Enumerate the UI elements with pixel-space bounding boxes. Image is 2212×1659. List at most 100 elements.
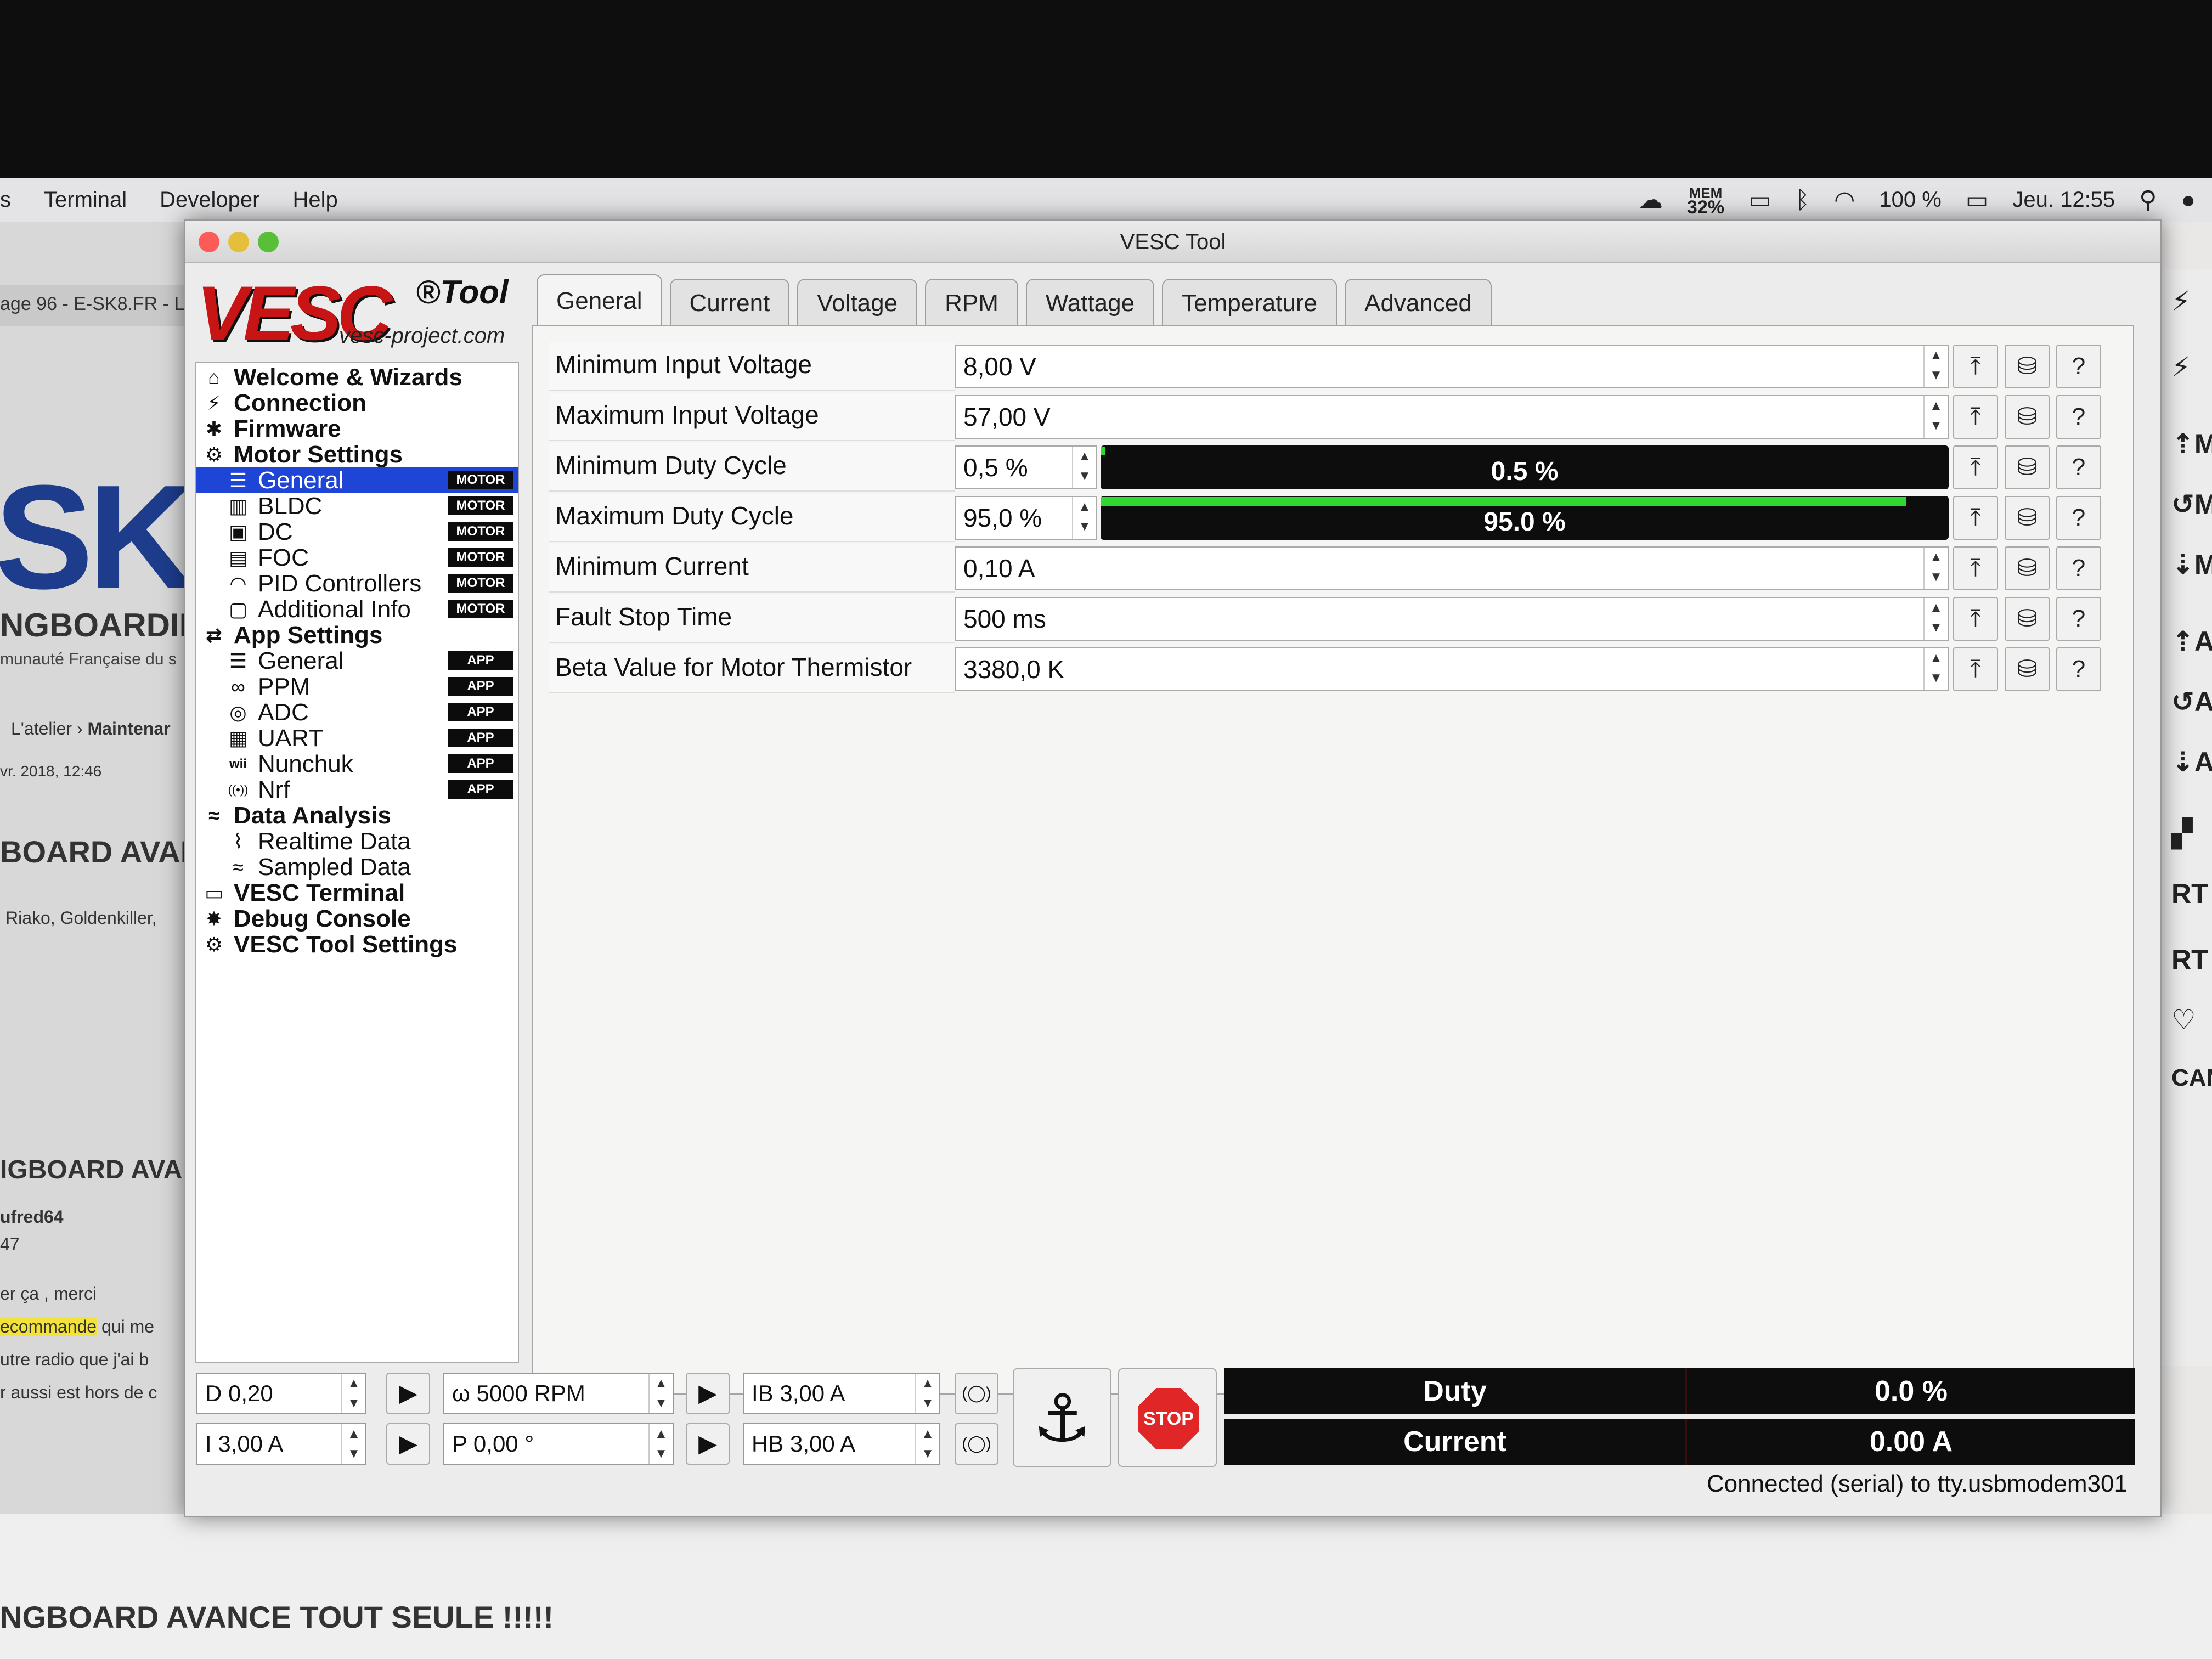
spin-arrows-icon[interactable]: ▲ ▼ [648, 1374, 673, 1413]
brake-button[interactable]: (◯) [955, 1373, 998, 1414]
spin-arrows-icon[interactable]: ▲ ▼ [648, 1424, 673, 1464]
help-button[interactable]: ? [2056, 546, 2101, 590]
memory-indicator[interactable]: MEM 32% [1687, 186, 1724, 217]
menubar-clock[interactable]: Jeu. 12:55 [2012, 188, 2115, 212]
read-default-button[interactable]: ⛁ [2005, 496, 2050, 540]
rpm-input[interactable]: ω 5000 RPM ▲ ▼ [443, 1373, 674, 1414]
spin-arrows-icon[interactable]: ▲ ▼ [915, 1424, 939, 1464]
nav-uart[interactable]: ▦ UART APP [196, 725, 518, 752]
spotlight-search-icon[interactable]: ⚲ [2139, 186, 2157, 214]
zoom-window-button[interactable] [258, 232, 279, 252]
write-app-config-icon[interactable]: ⇣A [2171, 746, 2212, 778]
nav-motor-general[interactable]: ☰ General MOTOR [196, 467, 518, 494]
set-current-play-button[interactable]: ▶ [386, 1423, 430, 1465]
bottom-thread-title[interactable]: NGBOARD AVANCE TOUT SEULE !!!!! [0, 1599, 554, 1635]
battery-icon[interactable]: ▭ [1966, 186, 1989, 214]
nav-app-general[interactable]: ☰ General APP [196, 647, 518, 674]
nav-dc[interactable]: ▣ DC MOTOR [196, 518, 518, 545]
realtime-app-data-icon[interactable]: RT [2171, 944, 2208, 975]
realtime-data-icon[interactable]: RT [2171, 878, 2208, 910]
param-value-input[interactable]: 8,00 V ▲ ▼ [955, 345, 1949, 388]
position-input[interactable]: P 0,00 ° ▲ ▼ [443, 1423, 674, 1465]
spin-arrows-icon[interactable]: ▲ ▼ [341, 1424, 365, 1464]
spin-arrows-icon[interactable]: ▲ ▼ [1072, 447, 1096, 488]
anchor-button[interactable]: ⚓ [1013, 1368, 1111, 1467]
close-window-button[interactable] [199, 232, 219, 252]
read-default-button[interactable]: ⛁ [2005, 445, 2050, 489]
nav-connection[interactable]: ⚡ Connection [196, 390, 518, 416]
nav-adc[interactable]: ◎ ADC APP [196, 699, 518, 726]
nav-bldc[interactable]: ▥ BLDC MOTOR [196, 493, 518, 520]
menu-item-clipped[interactable]: s [0, 188, 11, 212]
connect-icon[interactable]: ⚡ [2171, 285, 2191, 317]
nav-sampled-data[interactable]: ≈ Sampled Data [196, 854, 518, 881]
heartbeat-icon[interactable]: ♡ [2171, 1004, 2196, 1036]
airplay-icon[interactable]: ▭ [1748, 186, 1771, 214]
read-default-button[interactable]: ⛁ [2005, 546, 2050, 590]
write-param-button[interactable]: ⤒ [1953, 496, 1998, 540]
brake-current-input[interactable]: IB 3,00 A ▲ ▼ [743, 1373, 940, 1414]
wifi-icon[interactable]: ◠ [1834, 186, 1855, 214]
spin-arrows-icon[interactable]: ▲ ▼ [341, 1374, 365, 1413]
can-forward-icon[interactable]: CAN [2171, 1064, 2212, 1092]
help-button[interactable]: ? [2056, 597, 2101, 641]
help-button[interactable]: ? [2056, 445, 2101, 489]
read-default-button[interactable]: ⛁ [2005, 597, 2050, 641]
write-param-button[interactable]: ⤒ [1953, 597, 1998, 641]
nav-ppm[interactable]: ∞ PPM APP [196, 673, 518, 700]
help-button[interactable]: ? [2056, 496, 2101, 540]
write-param-button[interactable]: ⤒ [1953, 445, 1998, 489]
spin-arrows-icon[interactable]: ▲ ▼ [1923, 648, 1948, 690]
post-author[interactable]: ufred64 [0, 1207, 64, 1227]
menu-developer[interactable]: Developer [160, 188, 259, 212]
read-motor-config-icon[interactable]: ⇡M [2171, 428, 2212, 460]
write-param-button[interactable]: ⤒ [1953, 345, 1998, 388]
tab-temperature[interactable]: Temperature [1162, 279, 1338, 326]
handbrake-button[interactable]: (◯) [955, 1423, 998, 1465]
read-default-motor-config-icon[interactable]: ↺M [2171, 488, 2212, 520]
help-button[interactable]: ? [2056, 345, 2101, 388]
nav-welcome-wizards[interactable]: ⌂ Welcome & Wizards [196, 364, 518, 391]
nav-app-settings[interactable]: ⇄ App Settings [196, 622, 518, 648]
nav-pid-controllers[interactable]: ◠ PID Controllers MOTOR [196, 570, 518, 597]
spin-arrows-icon[interactable]: ▲ ▼ [1072, 497, 1096, 539]
stop-button[interactable]: STOP [1118, 1368, 1217, 1467]
nav-motor-settings[interactable]: ⚙ Motor Settings [196, 441, 518, 468]
param-value-input[interactable]: 57,00 V ▲ ▼ [955, 395, 1949, 439]
bluetooth-icon[interactable]: ᛒ [1796, 187, 1810, 214]
nav-nunchuk[interactable]: wii Nunchuk APP [196, 751, 518, 777]
creative-cloud-icon[interactable]: ☁ [1639, 186, 1663, 214]
breadcrumb-1[interactable]: L'atelier [11, 719, 72, 738]
nav-foc[interactable]: ▤ FOC MOTOR [196, 544, 518, 571]
current-input[interactable]: I 3,00 A ▲ ▼ [196, 1423, 366, 1465]
set-duty-play-button[interactable]: ▶ [386, 1373, 430, 1414]
spin-arrows-icon[interactable]: ▲ ▼ [915, 1374, 939, 1413]
minimize-window-button[interactable] [228, 232, 249, 252]
nav-realtime-data[interactable]: ⌇ Realtime Data [196, 828, 518, 855]
nav-vesc-tool-settings[interactable]: ⚙ VESC Tool Settings [196, 931, 518, 958]
write-param-button[interactable]: ⤒ [1953, 546, 1998, 590]
tab-rpm[interactable]: RPM [925, 279, 1018, 326]
tab-wattage[interactable]: Wattage [1025, 279, 1155, 326]
duty-bar[interactable]: 0.5 % [1101, 445, 1949, 489]
write-param-button[interactable]: ⤒ [1953, 647, 1998, 691]
param-value-input[interactable]: 500 ms ▲ ▼ [955, 597, 1949, 641]
spin-arrows-icon[interactable]: ▲ ▼ [1923, 598, 1948, 640]
param-value-input[interactable]: 0,5 % ▲ ▼ [955, 445, 1097, 489]
param-value-input[interactable]: 95,0 % ▲ ▼ [955, 496, 1097, 540]
duty-input[interactable]: D 0,20 ▲ ▼ [196, 1373, 366, 1414]
read-default-button[interactable]: ⛁ [2005, 345, 2050, 388]
nav-additional-info[interactable]: ▢ Additional Info MOTOR [196, 596, 518, 623]
disconnect-icon[interactable]: ⚡ [2171, 351, 2191, 383]
read-default-app-config-icon[interactable]: ↺A [2171, 686, 2212, 718]
battery-percent[interactable]: 100 % [1879, 188, 1941, 212]
tab-general[interactable]: General [537, 274, 662, 326]
tab-voltage[interactable]: Voltage [797, 279, 918, 326]
spin-arrows-icon[interactable]: ▲ ▼ [1923, 396, 1948, 438]
tab-advanced[interactable]: Advanced [1345, 279, 1492, 326]
set-rpm-play-button[interactable]: ▶ [686, 1373, 730, 1414]
read-app-config-icon[interactable]: ⇡A [2171, 625, 2212, 657]
spin-arrows-icon[interactable]: ▲ ▼ [1923, 548, 1948, 589]
write-param-button[interactable]: ⤒ [1953, 395, 1998, 439]
param-value-input[interactable]: 0,10 A ▲ ▼ [955, 546, 1949, 590]
